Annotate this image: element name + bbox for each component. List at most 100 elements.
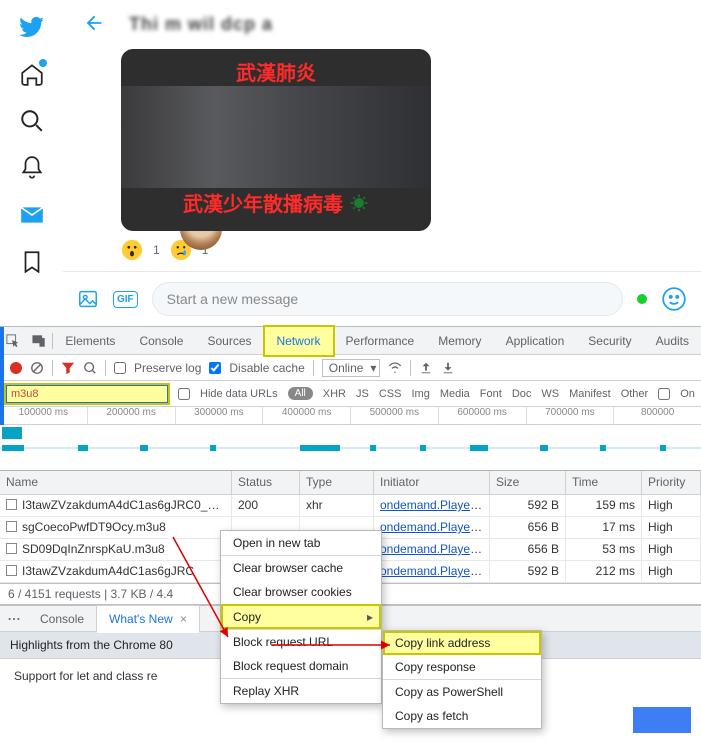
download-icon[interactable] xyxy=(441,361,455,375)
network-grid-header: Name Status Type Initiator Size Time Pri… xyxy=(0,471,701,495)
col-initiator[interactable]: Initiator xyxy=(374,471,490,494)
ctx-replay-xhr[interactable]: Replay XHR xyxy=(221,678,381,703)
ctx-block-url[interactable]: Block request URL xyxy=(221,629,381,654)
bell-icon[interactable] xyxy=(19,155,45,184)
filter-doc[interactable]: Doc xyxy=(512,388,532,400)
ruler-tick: 700000 ms xyxy=(526,407,614,424)
wifi-icon[interactable] xyxy=(388,361,402,375)
virus-icon xyxy=(349,193,369,213)
twitter-logo-icon[interactable] xyxy=(19,14,45,43)
compose-input[interactable]: Start a new message xyxy=(152,282,623,316)
filter-all[interactable]: All xyxy=(288,387,313,400)
drawer-menu-icon[interactable] xyxy=(0,612,28,626)
caption-text: 武漢少年散播病毒 xyxy=(183,188,343,217)
timeline-overview[interactable] xyxy=(0,425,701,471)
twitter-sidebar xyxy=(0,0,63,326)
col-size[interactable]: Size xyxy=(490,471,566,494)
col-priority[interactable]: Priority xyxy=(642,471,701,494)
tab-audits[interactable]: Audits xyxy=(644,327,701,355)
ruler-tick: 500000 ms xyxy=(350,407,438,424)
only-checkbox[interactable] xyxy=(658,388,670,400)
ctx-clear-cache[interactable]: Clear browser cache xyxy=(221,555,381,580)
throttling-dropdown[interactable]: Online xyxy=(322,359,381,377)
conversation-title: Thi m wil dcp a xyxy=(129,14,273,35)
tab-application[interactable]: Application xyxy=(494,327,577,355)
ctx-copy-powershell[interactable]: Copy as PowerShell xyxy=(383,679,541,704)
disable-cache-checkbox[interactable] xyxy=(209,362,221,374)
upload-icon[interactable] xyxy=(419,361,433,375)
reaction-count-1: 1 xyxy=(153,243,160,257)
clear-icon[interactable] xyxy=(30,361,44,375)
col-status[interactable]: Status xyxy=(232,471,300,494)
filter-manifest[interactable]: Manifest xyxy=(569,388,611,400)
image-icon[interactable] xyxy=(77,288,99,310)
timeline-ruler[interactable]: 100000 ms 200000 ms 300000 ms 400000 ms … xyxy=(0,407,701,425)
filter-xhr[interactable]: XHR xyxy=(323,388,346,400)
filter-icon[interactable] xyxy=(61,361,75,375)
ctx-clear-cookies[interactable]: Clear browser cookies xyxy=(221,580,381,604)
context-menu: Open in new tab Clear browser cache Clea… xyxy=(220,530,382,704)
gif-icon[interactable]: GIF xyxy=(113,291,138,308)
home-icon[interactable] xyxy=(19,61,45,90)
filter-other[interactable]: Other xyxy=(621,388,649,400)
filter-input[interactable] xyxy=(6,385,168,403)
ctx-copy-link-address[interactable]: Copy link address xyxy=(383,631,541,655)
disable-cache-label: Disable cache xyxy=(229,361,304,375)
ctx-open-new-tab[interactable]: Open in new tab xyxy=(221,531,381,555)
search-icon[interactable] xyxy=(83,361,97,375)
ctx-block-domain[interactable]: Block request domain xyxy=(221,654,381,678)
device-toggle-icon[interactable] xyxy=(26,334,52,348)
messages-icon[interactable] xyxy=(19,202,45,231)
filter-img[interactable]: Img xyxy=(411,388,429,400)
drawer-action-button[interactable] xyxy=(633,707,691,733)
devtools-tabs: Elements Console Sources Network Perform… xyxy=(0,327,701,355)
ruler-tick: 800000 xyxy=(613,407,701,424)
hide-urls-label: Hide data URLs xyxy=(200,388,278,400)
twitter-panel: Thi m wil dcp a 武漢肺炎 武漢少年散播病毒 1 1 GIF St… xyxy=(0,0,701,326)
ctx-copy-fetch[interactable]: Copy as fetch xyxy=(383,704,541,728)
tab-sources[interactable]: Sources xyxy=(195,327,263,355)
col-name[interactable]: Name xyxy=(0,471,232,494)
ruler-tick: 100000 ms xyxy=(0,407,87,424)
video-caption-top: 武漢肺炎 xyxy=(236,57,316,86)
drawer-tab-label: What's New xyxy=(109,612,173,626)
drawer-tab-whatsnew[interactable]: What's New × xyxy=(96,605,200,633)
ctx-copy[interactable]: Copy xyxy=(221,604,381,629)
compose-row: GIF Start a new message xyxy=(63,271,701,326)
col-time[interactable]: Time xyxy=(566,471,642,494)
network-toolbar: Preserve log Disable cache Online xyxy=(0,355,701,381)
tab-performance[interactable]: Performance xyxy=(334,327,427,355)
ruler-tick: 600000 ms xyxy=(438,407,526,424)
video-preview[interactable]: 武漢肺炎 武漢少年散播病毒 xyxy=(121,49,431,231)
preserve-log-checkbox[interactable] xyxy=(114,362,126,374)
preserve-log-label: Preserve log xyxy=(134,361,201,375)
context-submenu: Copy link address Copy response Copy as … xyxy=(382,630,542,729)
tab-console[interactable]: Console xyxy=(127,327,195,355)
filter-css[interactable]: CSS xyxy=(379,388,402,400)
emoji-picker-icon[interactable] xyxy=(661,286,687,312)
network-request-row[interactable]: I3tawZVzakdumA4dC1as6gJRC0_m0n200xhronde… xyxy=(0,495,701,517)
ruler-tick: 300000 ms xyxy=(175,407,263,424)
filter-ws[interactable]: WS xyxy=(541,388,559,400)
record-button[interactable] xyxy=(10,362,22,374)
surprised-emoji-icon[interactable] xyxy=(121,239,143,261)
tab-security[interactable]: Security xyxy=(576,327,643,355)
bookmark-icon[interactable] xyxy=(19,249,45,278)
filter-js[interactable]: JS xyxy=(356,388,369,400)
search-icon[interactable] xyxy=(19,108,45,137)
close-icon[interactable]: × xyxy=(180,612,187,626)
tab-elements[interactable]: Elements xyxy=(53,327,127,355)
back-arrow-icon[interactable] xyxy=(83,12,105,37)
ruler-tick: 200000 ms xyxy=(87,407,175,424)
drawer-tab-console[interactable]: Console xyxy=(28,606,96,632)
tab-memory[interactable]: Memory xyxy=(426,327,493,355)
filter-font[interactable]: Font xyxy=(480,388,502,400)
ctx-copy-response[interactable]: Copy response xyxy=(383,655,541,679)
hide-urls-checkbox[interactable] xyxy=(178,388,190,400)
filter-media[interactable]: Media xyxy=(440,388,470,400)
tab-network[interactable]: Network xyxy=(264,326,334,356)
filter-row: Hide data URLs All XHR JS CSS Img Media … xyxy=(0,381,701,407)
video-caption-bottom: 武漢少年散播病毒 xyxy=(183,188,369,217)
presence-indicator xyxy=(637,294,647,304)
col-type[interactable]: Type xyxy=(300,471,374,494)
